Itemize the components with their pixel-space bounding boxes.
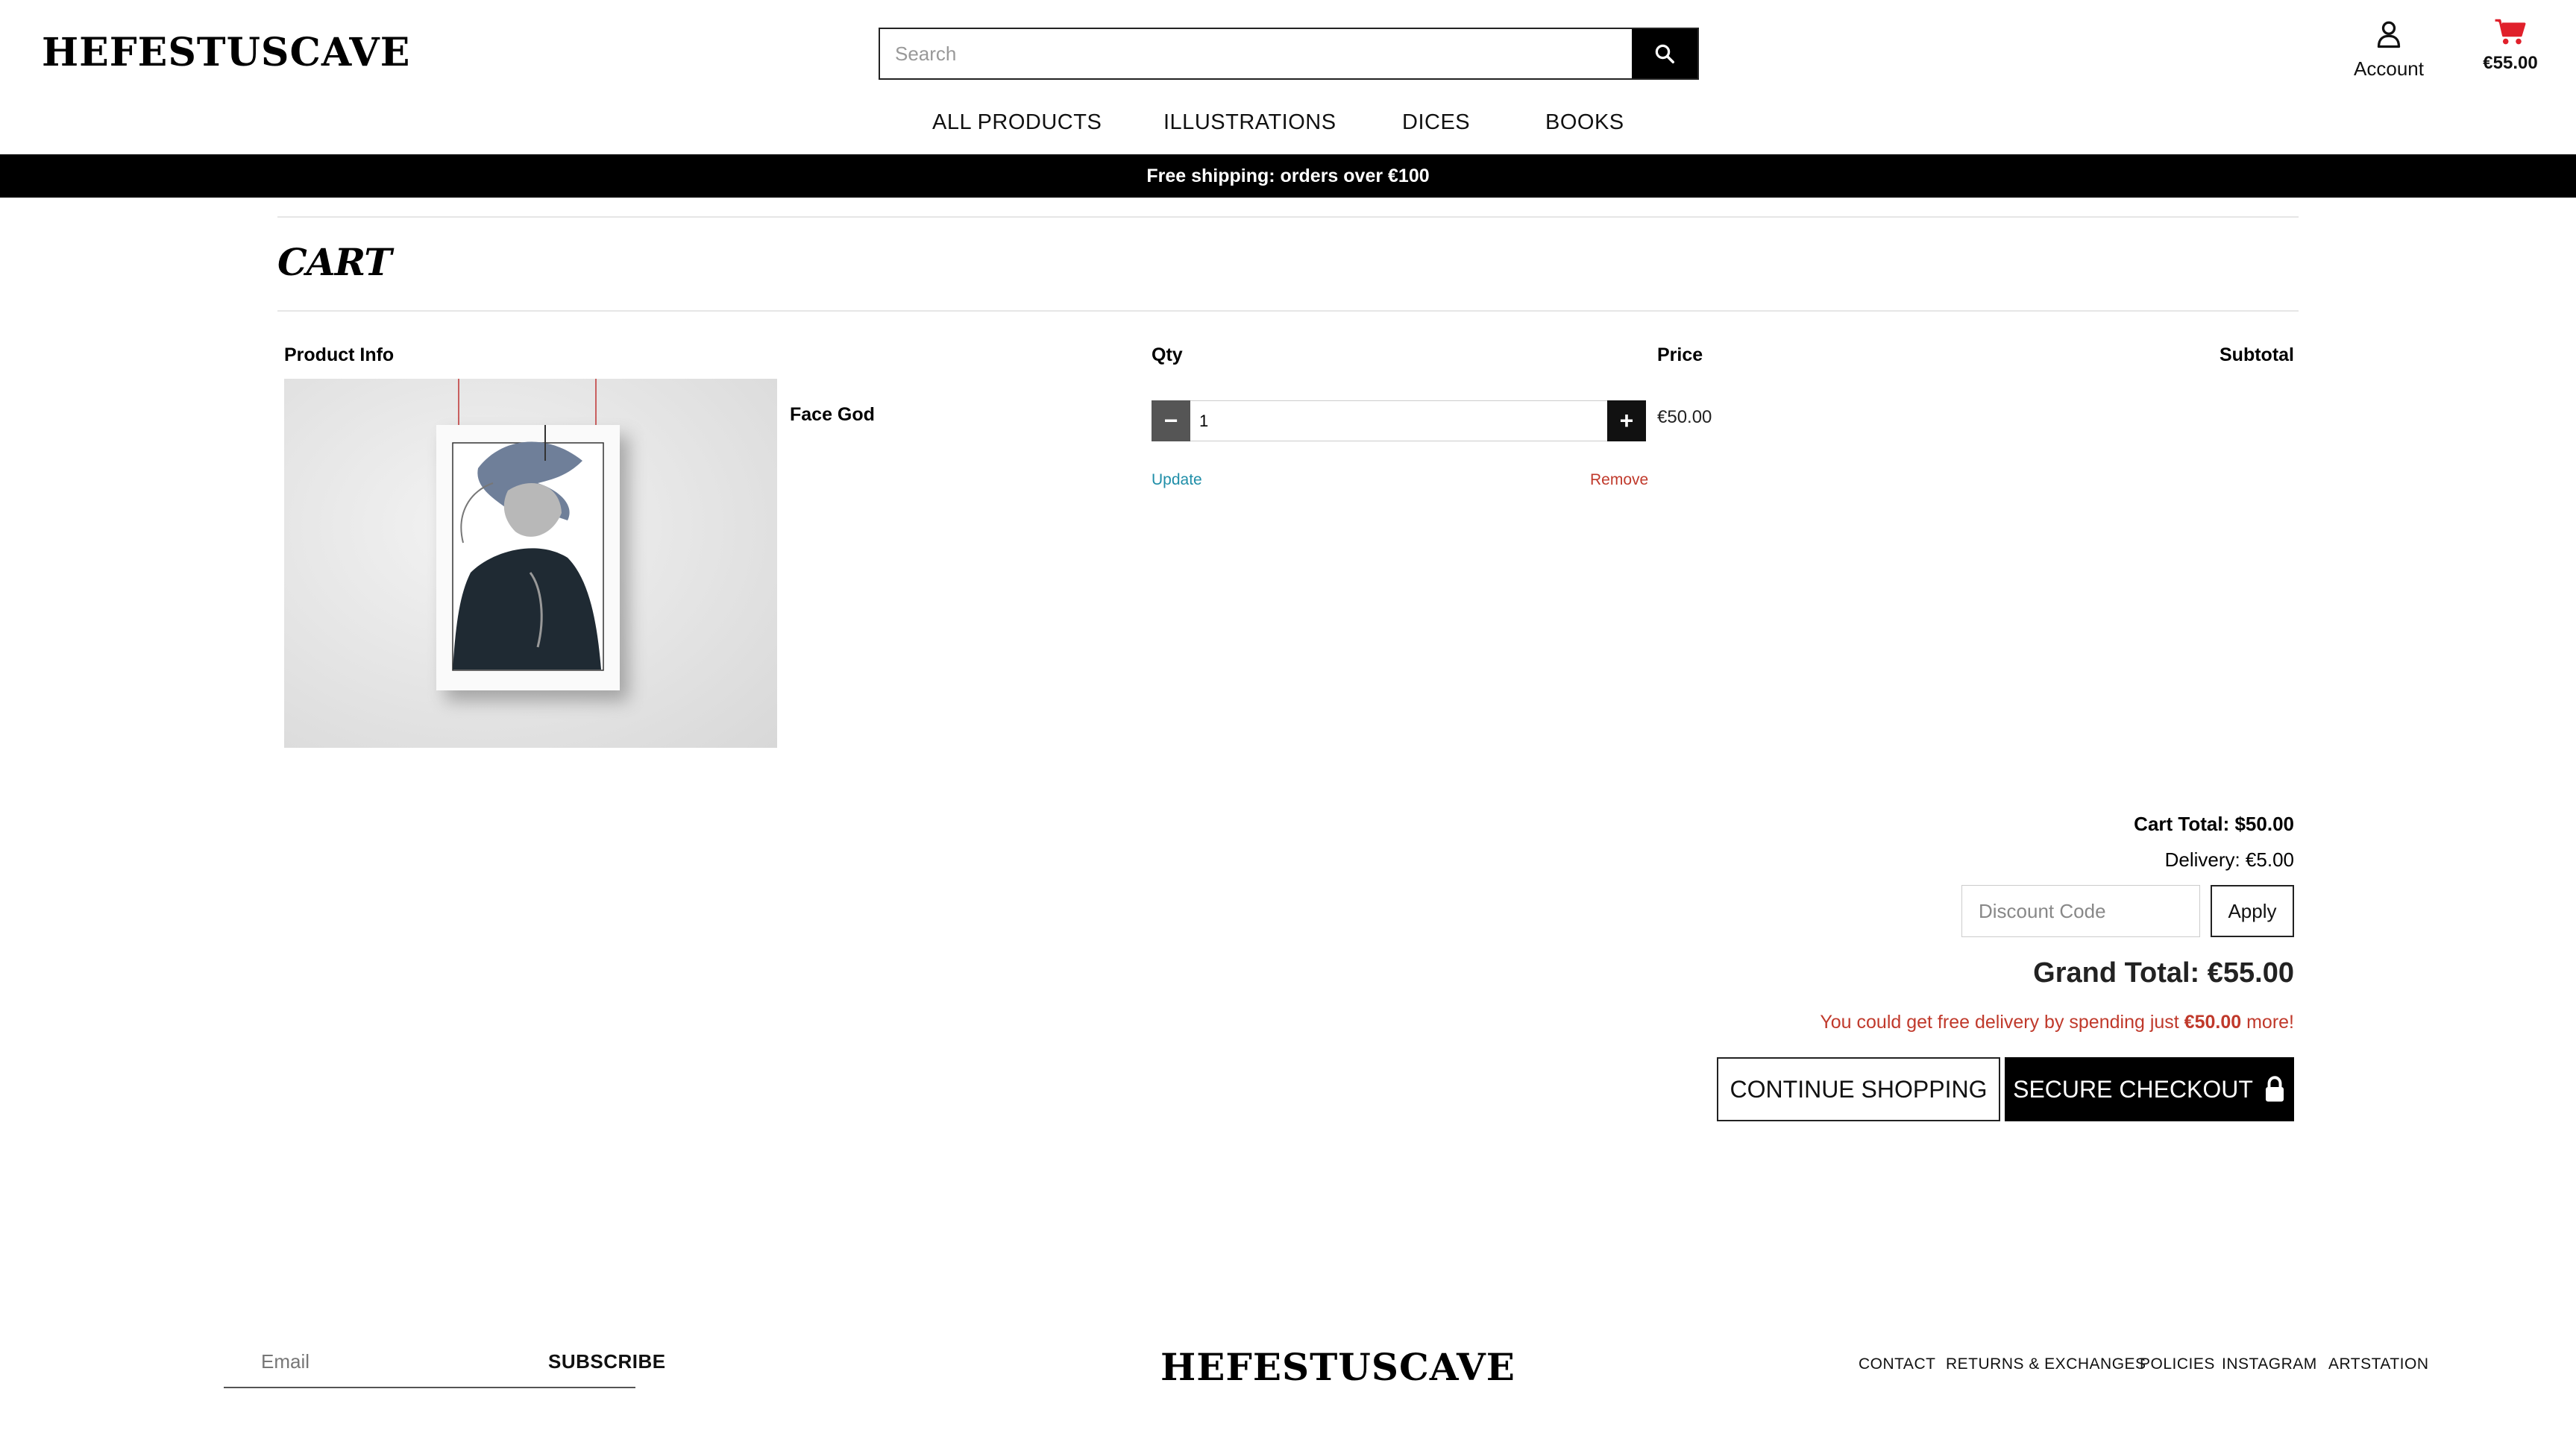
qty-increase-button[interactable]: + (1607, 400, 1646, 441)
product-name[interactable]: Face God (790, 404, 875, 426)
free-delivery-suffix: more! (2241, 1012, 2294, 1033)
cart-total: Cart Total: $50.00 (2134, 813, 2294, 835)
delivery-cost: Delivery: €5.00 (2164, 848, 2294, 871)
search-bar (879, 28, 1699, 80)
divider-top (277, 216, 2299, 218)
footer-logo-text: HEFESTUSCAVE (1160, 1345, 1515, 1389)
subscribe-button[interactable]: SUBSCRIBE (548, 1350, 682, 1373)
qty-decrease-button[interactable]: − (1152, 400, 1190, 441)
product-image[interactable] (284, 379, 777, 748)
search-input[interactable] (880, 29, 1632, 78)
cart-total-amount: €55.00 (2483, 53, 2538, 73)
free-delivery-amount: €50.00 (2184, 1012, 2242, 1033)
remove-link[interactable]: Remove (1590, 471, 1648, 489)
shopping-cart-icon (2495, 19, 2526, 45)
email-field[interactable] (224, 1349, 548, 1373)
search-button[interactable] (1632, 29, 1697, 78)
nav-item-all-products[interactable]: ALL PRODUCTS (932, 110, 1102, 135)
main-navigation: ALL PRODUCTS ILLUSTRATIONS DICES BOOKS (0, 110, 2576, 140)
update-link[interactable]: Update (1152, 471, 1202, 489)
footer-link-artstation[interactable]: ARTSTATION (2328, 1355, 2429, 1373)
column-header-qty: Qty (1152, 344, 1183, 365)
nav-item-books[interactable]: BOOKS (1545, 110, 1624, 135)
quantity-input[interactable] (1190, 400, 1607, 441)
grand-total: Grand Total: €55.00 (2033, 957, 2294, 989)
item-price: €50.00 (1657, 407, 1712, 427)
promo-text: Free shipping: orders over €100 (1146, 165, 1430, 186)
user-icon (2377, 21, 2401, 48)
poster-illustration (436, 379, 629, 701)
column-header-subtotal: Subtotal (2220, 344, 2294, 365)
account-label: Account (2354, 57, 2424, 80)
footer-link-contact[interactable]: CONTACT (1859, 1355, 1935, 1373)
promo-banner: Free shipping: orders over €100 (0, 154, 2576, 198)
secure-checkout-label: SECURE CHECKOUT (2013, 1075, 2253, 1103)
search-icon (1655, 44, 1674, 63)
newsletter-form: SUBSCRIBE (224, 1336, 665, 1388)
footer-logo[interactable]: HEFESTUSCAVE (1160, 1345, 1515, 1389)
secure-checkout-button[interactable]: SECURE CHECKOUT (2005, 1057, 2294, 1121)
free-delivery-prefix: You could get free delivery by spending … (1820, 1012, 2184, 1033)
free-delivery-message: You could get free delivery by spending … (1820, 1012, 2294, 1033)
cart-link[interactable]: €55.00 (2473, 18, 2548, 74)
column-header-price: Price (1657, 344, 1703, 365)
page-title: CART (277, 240, 392, 284)
footer-link-policies[interactable]: POLICIES (2140, 1355, 2215, 1373)
column-header-product-info: Product Info (284, 344, 395, 365)
discount-code-input[interactable] (1961, 885, 2200, 937)
site-logo-text: HEFESTUSCAVE (42, 30, 411, 75)
site-logo[interactable]: HEFESTUSCAVE (42, 30, 410, 75)
nav-item-illustrations[interactable]: ILLUSTRATIONS (1163, 110, 1336, 135)
account-link[interactable]: Account (2348, 19, 2430, 81)
apply-discount-button[interactable]: Apply (2211, 885, 2294, 937)
quantity-stepper: − + (1152, 400, 1646, 441)
footer-link-returns-exchanges[interactable]: RETURNS & EXCHANGES (1946, 1355, 2146, 1373)
continue-shopping-button[interactable]: CONTINUE SHOPPING (1717, 1057, 2000, 1121)
footer-link-instagram[interactable]: INSTAGRAM (2222, 1355, 2317, 1373)
nav-item-dices[interactable]: DICES (1402, 110, 1470, 135)
lock-icon (2265, 1076, 2284, 1102)
divider-bottom (277, 310, 2299, 312)
